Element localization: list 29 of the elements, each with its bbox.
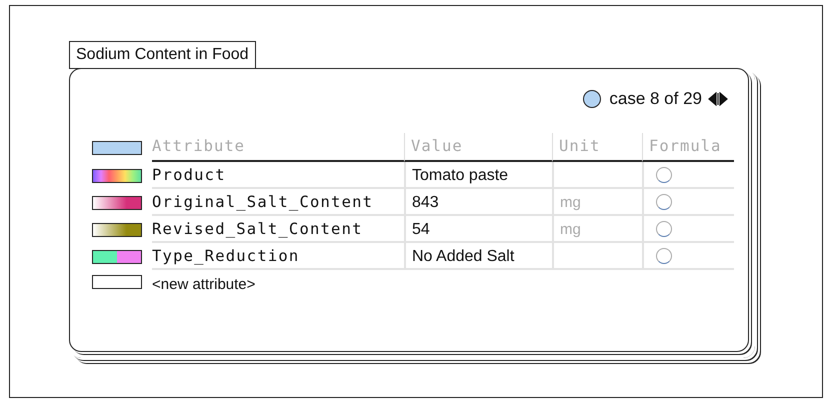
swatch-icon (92, 140, 142, 154)
column-header: Value (404, 133, 552, 162)
formula-circle-icon[interactable] (656, 166, 672, 182)
unit-cell: mg (552, 189, 642, 216)
case-circle-icon[interactable] (583, 90, 602, 108)
attribute-name[interactable]: Revised_Salt_Content (152, 216, 404, 243)
formula-circle-icon[interactable] (656, 194, 672, 210)
column-header: Attribute (152, 133, 404, 162)
color-scale-icon[interactable] (92, 196, 142, 210)
unit-cell: mg (552, 216, 642, 243)
value-cell: Tomato paste (404, 162, 552, 189)
formula-circle-icon[interactable] (656, 220, 672, 236)
column-header: Formula (642, 133, 734, 162)
attribute-name[interactable]: Type_Reduction (152, 243, 404, 270)
value-cell: No Added Salt (404, 243, 552, 270)
value-cell: 843 (404, 189, 552, 216)
formula-circle-icon[interactable] (656, 248, 672, 264)
new-attribute-field[interactable]: <new attribute> (152, 276, 256, 293)
attribute-name[interactable]: Product (152, 162, 404, 189)
case-counter: case 8 of 29 (609, 89, 702, 109)
attribute-name[interactable]: Original_Salt_Content (152, 189, 404, 216)
color-scale-icon[interactable] (92, 222, 142, 236)
value-cell: 54 (404, 216, 552, 243)
color-scale-icon[interactable] (92, 168, 142, 182)
color-scale-icon[interactable] (92, 250, 142, 264)
prev-next-icon[interactable] (708, 92, 728, 106)
column-header: Unit (552, 133, 642, 162)
swatch-icon (92, 274, 142, 288)
window-title: Sodium Content in Food (69, 41, 256, 69)
